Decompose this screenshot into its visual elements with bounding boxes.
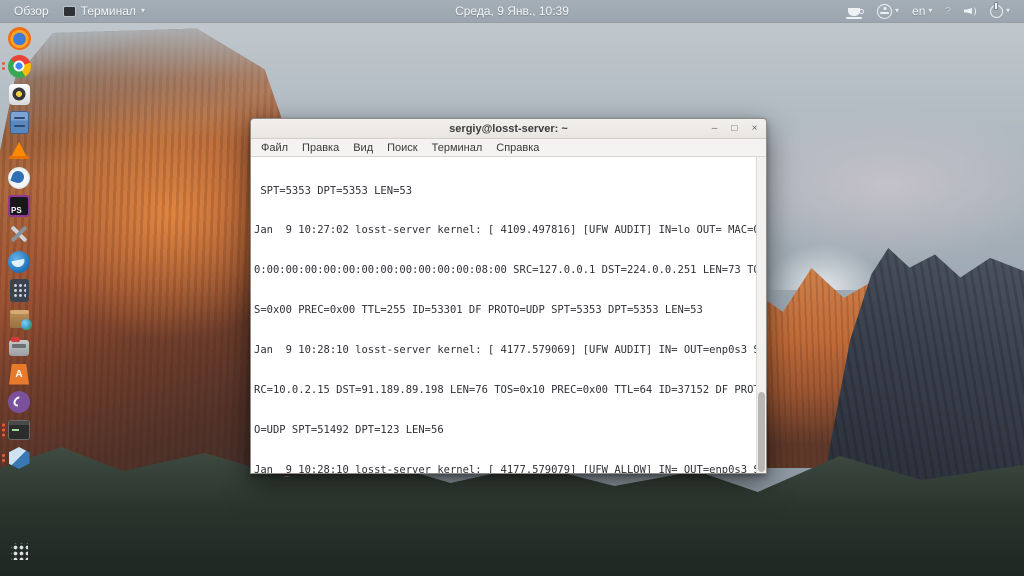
- terminal-line: O=UDP SPT=51492 DPT=123 LEN=56: [254, 423, 444, 436]
- dock-item-package-manager[interactable]: [0, 306, 38, 330]
- volume-icon[interactable]: [964, 6, 977, 17]
- dock-item-phpstorm[interactable]: PS: [0, 194, 38, 218]
- chrome-icon: [7, 54, 31, 78]
- show-applications-button[interactable]: [0, 538, 38, 564]
- virtualbox-icon: [8, 447, 30, 469]
- dock-item-viber[interactable]: [0, 390, 38, 414]
- dock-item-calculator[interactable]: [0, 278, 38, 302]
- running-indicator: [2, 454, 5, 462]
- menu-terminal[interactable]: Терминал: [426, 142, 489, 154]
- camera-icon: [8, 83, 30, 105]
- terminal-scrollbar[interactable]: [756, 157, 766, 473]
- window-titlebar[interactable]: sergiy@losst-server: ~ – □ ×: [251, 119, 766, 139]
- running-indicator: [2, 62, 5, 70]
- dock-item-messenger[interactable]: [0, 166, 38, 190]
- menu-file[interactable]: Файл: [255, 142, 294, 154]
- dock-item-chrome[interactable]: [0, 54, 38, 78]
- package-globe-icon: [9, 309, 32, 330]
- scrollbar-thumb[interactable]: [758, 392, 765, 472]
- window-title: sergiy@losst-server: ~: [449, 122, 568, 135]
- software-store-icon: A: [9, 363, 29, 385]
- dock-item-file-cabinet[interactable]: [0, 110, 38, 134]
- clock[interactable]: Среда, 9 Янв., 10:39: [455, 4, 569, 18]
- terminal-window: sergiy@losst-server: ~ – □ × Файл Правка…: [250, 118, 767, 474]
- keyboard-layout-label: en: [912, 4, 926, 18]
- terminal-line: 0:00:00:00:00:00:00:00:00:00:00:00:08:00…: [254, 264, 760, 277]
- menu-edit[interactable]: Правка: [296, 142, 345, 154]
- chevron-down-icon: ▾: [895, 6, 900, 15]
- activities-button[interactable]: Обзор: [14, 4, 49, 18]
- terminal-line: RC=10.0.2.15 DST=91.189.89.198 LEN=76 TO…: [254, 384, 760, 397]
- terminal-line: Jan 9 10:28:10 losst-server kernel: [ 41…: [254, 344, 760, 357]
- terminal-line: SPT=5353 DPT=5353 LEN=53: [254, 184, 413, 197]
- dock-item-camera[interactable]: [0, 82, 38, 106]
- messenger-icon: [8, 167, 30, 189]
- terminal-line: Jan 9 10:27:02 losst-server kernel: [ 41…: [254, 224, 760, 237]
- terminal-content[interactable]: SPT=5353 DPT=5353 LEN=53 Jan 9 10:27:02 …: [251, 157, 766, 473]
- dock-item-tools[interactable]: [0, 222, 38, 246]
- app-menu[interactable]: Терминал ▾: [62, 4, 145, 18]
- system-menu[interactable]: ▾: [989, 4, 1010, 18]
- close-button[interactable]: ×: [747, 122, 762, 136]
- calculator-icon: [9, 278, 29, 302]
- keyboard-layout-menu[interactable]: en ▾: [912, 4, 932, 18]
- vlc-icon: [9, 141, 29, 159]
- thunderbird-icon: [8, 251, 30, 273]
- terminal-line: S=0x00 PREC=0x00 TTL=255 ID=53301 DF PRO…: [254, 304, 703, 317]
- menu-help[interactable]: Справка: [490, 142, 545, 154]
- chevron-down-icon: ▾: [140, 6, 145, 15]
- app-menu-label: Терминал: [80, 4, 136, 18]
- terminal-app-icon: [62, 5, 76, 17]
- maximize-button[interactable]: □: [727, 122, 742, 136]
- minimize-button[interactable]: –: [707, 122, 722, 136]
- dock-item-vlc[interactable]: [0, 138, 38, 162]
- menu-view[interactable]: Вид: [347, 142, 379, 154]
- help-indicator: ?: [945, 5, 951, 17]
- viber-icon: [8, 391, 30, 413]
- phpstorm-icon: PS: [8, 195, 30, 217]
- accessibility-menu[interactable]: ▾: [877, 3, 900, 19]
- window-menubar: Файл Правка Вид Поиск Терминал Справка: [251, 139, 766, 157]
- running-indicator: [2, 423, 5, 437]
- terminal-icon: [8, 420, 30, 440]
- dock: PS A: [0, 26, 38, 470]
- dock-item-firefox[interactable]: [0, 26, 38, 50]
- menu-search[interactable]: Поиск: [381, 142, 423, 154]
- tools-icon: [8, 223, 30, 245]
- accessibility-icon: [877, 3, 893, 19]
- caffeine-icon[interactable]: [846, 8, 865, 19]
- desktop: Обзор Терминал ▾ Среда, 9 Янв., 10:39 ▾ …: [0, 0, 1024, 576]
- chevron-down-icon: ▾: [1005, 6, 1010, 15]
- firefox-icon: [7, 26, 31, 50]
- dock-item-software-store[interactable]: A: [0, 362, 38, 386]
- fax-icon: [9, 336, 29, 356]
- file-cabinet-icon: [9, 110, 29, 134]
- power-icon: [989, 4, 1003, 18]
- dock-item-fax[interactable]: [0, 334, 38, 358]
- dock-item-thunderbird[interactable]: [0, 250, 38, 274]
- chevron-down-icon: ▾: [928, 6, 933, 15]
- terminal-line: Jan 9 10:28:10 losst-server kernel: [ 41…: [254, 463, 760, 473]
- top-bar: Обзор Терминал ▾ Среда, 9 Янв., 10:39 ▾ …: [0, 0, 1024, 22]
- app-grid-icon: [10, 542, 28, 560]
- dock-item-terminal[interactable]: [0, 418, 38, 442]
- dock-item-virtualbox[interactable]: [0, 446, 38, 470]
